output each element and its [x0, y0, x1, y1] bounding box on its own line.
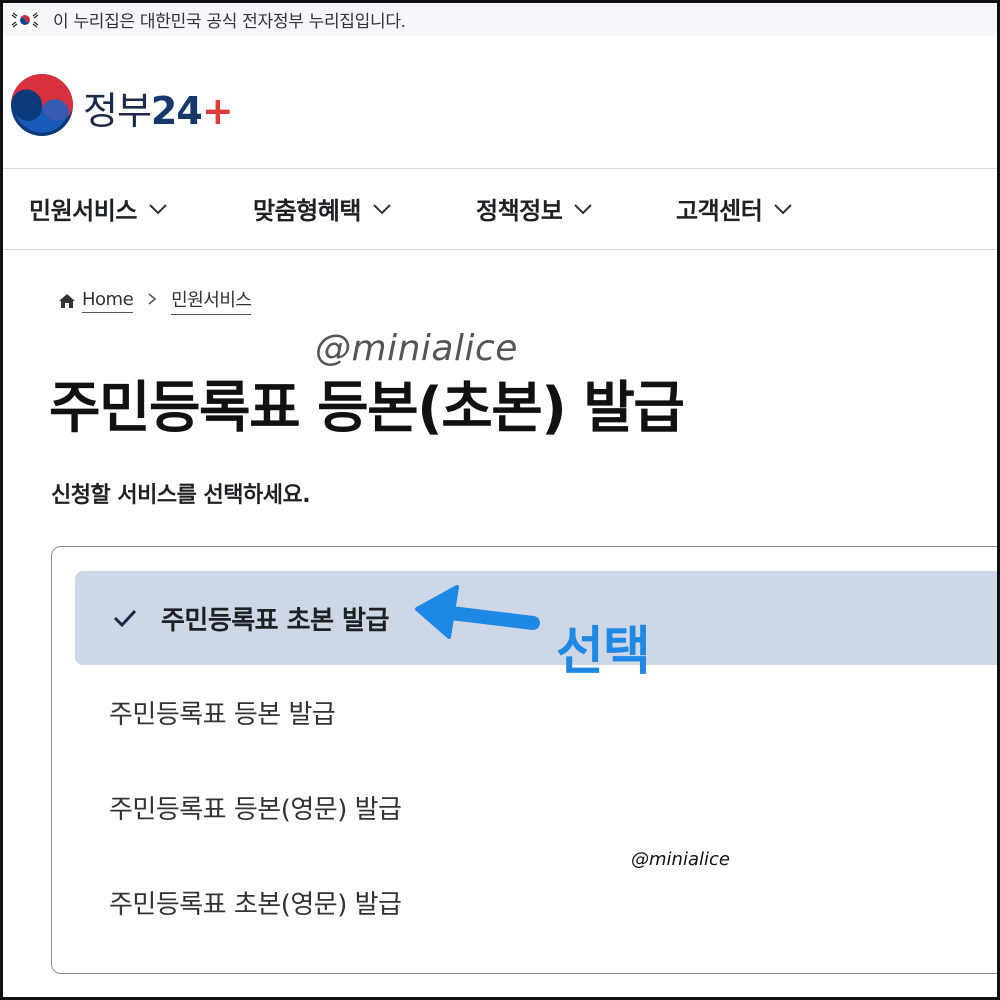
- gov-notice-text: 이 누리집은 대한민국 공식 전자정부 누리집입니다.: [53, 12, 406, 32]
- nav-item-label: 맞춤형혜택: [253, 197, 361, 225]
- main-nav: 민원서비스 맞춤형혜택 정책정보 고객센터: [3, 169, 997, 250]
- browser-frame: 이 누리집은 대한민국 공식 전자정부 누리집입니다. 정부24+ 민원서비스: [0, 0, 1000, 1000]
- logo-text-main: 정부: [83, 88, 152, 133]
- option-resident-copy-english[interactable]: 주민등록표 등본(영문) 발급: [75, 760, 997, 854]
- nav-item-label: 정책정보: [476, 197, 563, 225]
- option-label: 주민등록표 등본(영문) 발급: [109, 794, 402, 825]
- breadcrumb-home-link[interactable]: Home: [82, 289, 134, 313]
- gov-notice-bar: 이 누리집은 대한민국 공식 전자정부 누리집입니다.: [3, 3, 997, 36]
- logo-wordmark: 정부24+: [83, 80, 234, 135]
- option-label: 주민등록표 초본(영문) 발급: [109, 889, 402, 920]
- chevron-right-icon: [147, 290, 157, 311]
- option-label: 주민등록표 등본 발급: [109, 699, 336, 730]
- breadcrumb-current-link[interactable]: 민원서비스: [171, 286, 252, 315]
- nav-item-label: 고객센터: [676, 197, 763, 225]
- nav-item-civil-service[interactable]: 민원서비스: [29, 191, 167, 226]
- nav-item-custom-benefits[interactable]: 맞춤형혜택: [253, 191, 391, 226]
- home-icon: [59, 293, 75, 308]
- option-resident-copy[interactable]: 주민등록표 등본 발급: [75, 665, 997, 759]
- chevron-down-icon: [149, 203, 167, 214]
- site-header: 정부24+: [3, 36, 997, 169]
- chevron-down-icon: [774, 203, 793, 214]
- option-label: 주민등록표 초본 발급: [161, 605, 389, 636]
- annotation-arrow-icon: [415, 585, 540, 639]
- page-title: 주민등록표 등본(초본) 발급: [49, 376, 685, 441]
- breadcrumb: Home 민원서비스: [58, 286, 252, 315]
- check-icon: [113, 609, 137, 628]
- nav-item-customer-center[interactable]: 고객센터: [676, 191, 793, 226]
- taegeuk-logo-icon: [9, 72, 75, 142]
- logo-text-num: 24: [150, 88, 203, 133]
- korean-flag-icon: [11, 9, 39, 30]
- annotation-label: 선택: [556, 622, 651, 682]
- gov24-logo[interactable]: 정부24+: [9, 72, 234, 142]
- option-resident-abstract-english[interactable]: 주민등록표 초본(영문) 발급: [75, 855, 997, 949]
- watermark-small: @minialice: [631, 849, 730, 870]
- logo-text-plus: +: [201, 88, 234, 133]
- nav-item-label: 민원서비스: [29, 197, 137, 225]
- nav-item-policy-info[interactable]: 정책정보: [476, 191, 593, 226]
- chevron-down-icon: [574, 203, 593, 214]
- page-subtitle: 신청할 서비스를 선택하세요.: [51, 483, 311, 508]
- chevron-down-icon: [373, 203, 391, 214]
